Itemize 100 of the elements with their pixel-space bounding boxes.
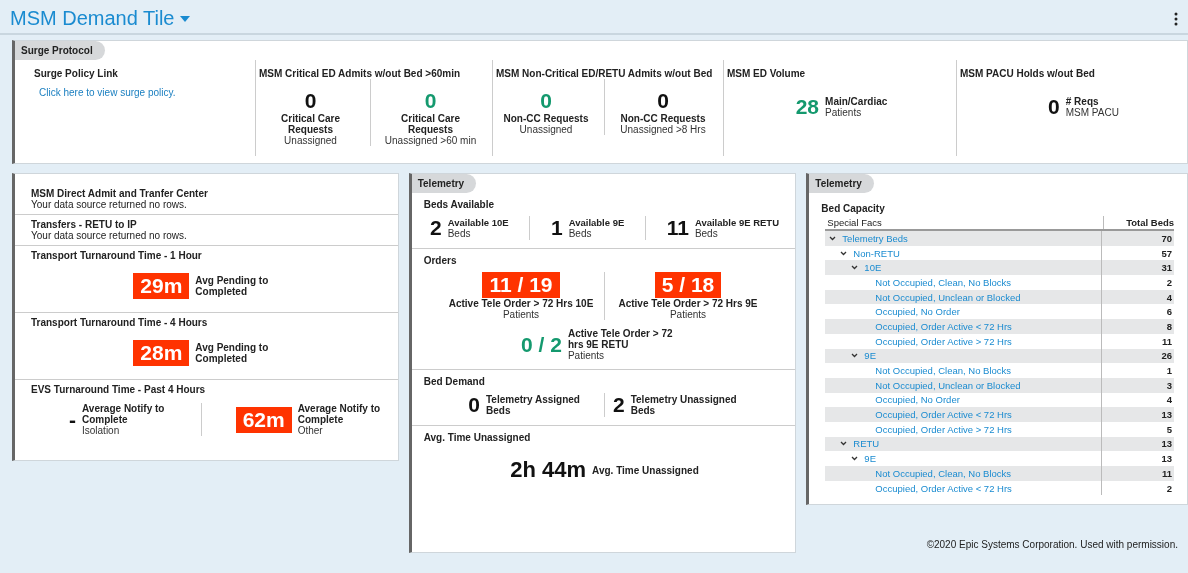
table-cell-text: 2 [1165,276,1173,288]
tree-link[interactable]: Occupied, Order Active > 72 Hrs [875,423,1012,435]
table-cell-text: 11 [1160,335,1173,347]
empty-message: Your data source returned no rows. [31,199,188,210]
section-heading: Orders [423,255,458,266]
tree-link[interactable]: Occupied, No Order [875,394,960,406]
tree-link[interactable]: Occupied, Order Active < 72 Hrs [875,409,1012,421]
section-heading: Bed Demand [423,376,486,387]
metric-caption: Patients [501,309,541,320]
section-heading: EVS Turnaround Time - Past 4 Hours [31,384,207,395]
chevron-icon[interactable] [840,441,848,447]
table-cell-text: 31 [1160,262,1173,274]
table-cell-text: 4 [1165,291,1173,303]
metric-caption: Other [297,425,323,436]
metric-value: 0 [468,393,480,417]
metric-label: Non-CC Requests [503,113,589,124]
metric-caption: Patients [825,107,863,118]
tree-link[interactable]: Not Occupied, Clean, No Blocks [875,276,1012,288]
empty-message: Your data source returned no rows. [31,230,188,241]
metric-value: 28m [133,340,190,366]
section-heading: MSM Critical ED Admits w/out Bed >60min [259,68,462,79]
metric-label: Main/Cardiac [825,96,888,107]
metric-label: Active Tele Order > 72 Hrs 9E [618,298,758,309]
metric-value: 2 [430,216,442,240]
surge-policy-link[interactable]: Click here to view surge policy. [34,79,245,98]
table-cell-text: 13 [1160,438,1173,450]
chevron-icon[interactable] [851,265,859,271]
tree-link[interactable]: RETU [853,438,880,450]
dashboard-title-dropdown[interactable]: MSM Demand Tile [10,7,190,30]
table-cell-text: 57 [1160,247,1173,259]
table-cell-text: 4 [1165,394,1173,406]
metric-caption: MSM PACU [1065,107,1119,118]
table-cell-text: 26 [1160,350,1173,362]
caret-icon [179,15,190,22]
metric-label: Available 10E [447,217,509,228]
tree-link[interactable]: Not Occupied, Clean, No Blocks [875,365,1012,377]
metric-label: Active Tele Order > 72 Hrs 10E [448,298,594,309]
tree-link[interactable]: 9E [864,453,876,465]
table-cell-text: 6 [1165,306,1173,318]
metric-value: 11 [666,216,689,240]
metric-caption: Unassigned >60 min [383,135,478,146]
section-heading: Transfers - RETU to IP [31,219,138,230]
table-cell-text: 1 [1165,365,1173,377]
section-heading: Surge Policy Link [34,68,119,79]
section-heading: Transport Turnaround Time - 1 Hour [31,250,203,261]
chevron-icon[interactable] [829,235,837,241]
metric-value: 2h 44m [510,457,587,483]
tree-link[interactable]: Not Occupied, Unclean or Blocked [875,379,1021,391]
table-cell-text: 2 [1165,482,1173,494]
metric-label: Avg. Time Unassigned [592,464,699,476]
metric-label: Telemetry Assigned Beds [486,394,581,416]
metric-value: 62m [235,406,292,433]
chevron-icon[interactable] [851,353,859,359]
tree-link[interactable]: 10E [864,262,882,274]
tree-link[interactable]: Occupied, Order Active > 72 Hrs [875,335,1012,347]
metric-caption: Unassigned >8 Hrs [620,124,706,135]
table-cell-text: 13 [1160,453,1173,465]
metric-value: 0 [1048,95,1060,119]
metric-caption: Isolation [82,425,120,436]
section-heading: Beds Available [423,199,496,210]
table-cell-text: 70 [1160,232,1173,244]
tree-link[interactable]: Occupied, No Order [875,306,960,318]
copyright-text: ©2020 Epic Systems Corporation. Used with permission. [926,539,1178,550]
metric-value: 0 [540,89,552,113]
metric-label: Critical Care Requests [280,113,341,135]
column-header: Total Beds [1125,216,1174,229]
section-heading: Bed Capacity [821,203,886,214]
chevron-icon[interactable] [851,456,859,462]
metric-value: - [69,407,76,432]
section-heading: MSM PACU Holds w/out Bed [960,68,1096,79]
section-heading: Avg. Time Unassigned [423,432,532,443]
tree-link[interactable]: Not Occupied, Unclean or Blocked [875,291,1021,303]
section-heading: Transport Turnaround Time - 4 Hours [31,317,209,328]
metric-caption: Patients [567,350,606,361]
tree-link[interactable]: Occupied, Order Active < 72 Hrs [875,320,1012,332]
metric-value: 1 [551,216,563,240]
tree-link[interactable]: Non-RETU [853,247,900,259]
tree-link[interactable]: 9E [864,350,876,362]
section-heading: MSM Non-Critical ED/RETU Admits w/out Bed [496,68,713,79]
table-cell-text: 3 [1165,379,1173,391]
table-cell-text: 13 [1160,409,1173,421]
section-heading: MSM Direct Admit and Tranfer Center [31,188,209,199]
metric-caption: Beds [447,228,472,239]
tree-link[interactable]: Telemetry Beds [842,232,908,244]
metric-label: Critical Care Requests [401,113,460,135]
metric-label: Avg Pending to Completed [195,342,270,364]
tree-link[interactable]: Not Occupied, Clean, No Blocks [875,467,1012,479]
chevron-icon[interactable] [840,250,848,256]
metric-caption: Patients [668,309,708,320]
metric-label: Telemetry Unassigned Beds [630,394,738,416]
more-options-icon[interactable] [1174,11,1178,26]
metric-caption: Unassigned [518,124,573,135]
table-cell-text: 8 [1165,320,1173,332]
metric-caption: Unassigned [283,135,338,146]
metric-value: 29m [133,273,190,299]
metric-label: Avg Pending to Completed [195,275,270,297]
metric-value: 0 [304,89,317,113]
tree-link[interactable]: Occupied, Order Active < 72 Hrs [875,482,1012,494]
metric-caption: Beds [568,228,593,239]
metric-value: 0 [657,89,669,113]
